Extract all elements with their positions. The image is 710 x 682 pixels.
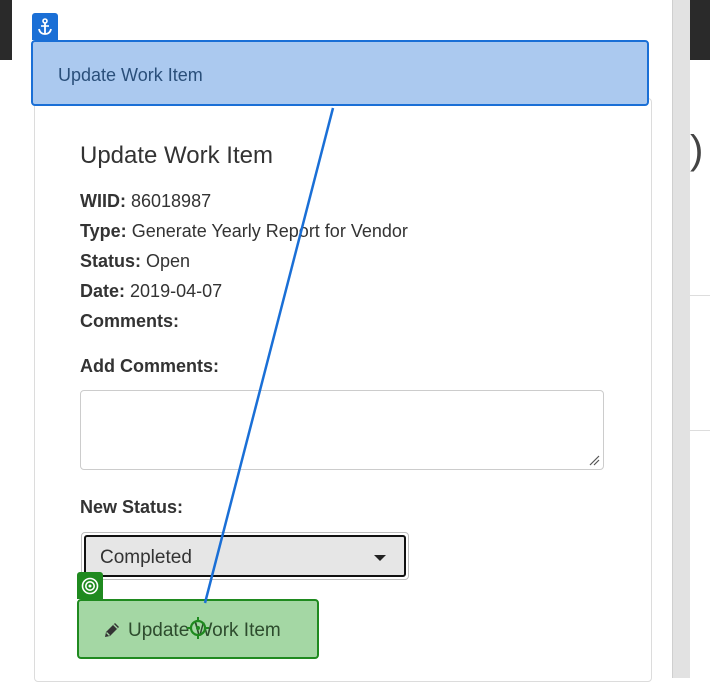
panel-header-title: Update Work Item xyxy=(58,65,203,85)
date-label: Date: xyxy=(80,281,126,301)
new-status-selected-value: Completed xyxy=(100,547,192,568)
background-divider xyxy=(690,295,710,296)
wiid-row: WIID: 86018987 xyxy=(80,191,211,212)
wiid-value: 86018987 xyxy=(131,191,212,211)
background-glyph: ) xyxy=(690,128,704,172)
update-work-item-button-label: Update Work Item xyxy=(128,620,281,641)
status-row: Status: Open xyxy=(80,251,190,272)
resize-grip-icon[interactable] xyxy=(588,454,600,466)
new-status-select[interactable]: Completed xyxy=(81,532,409,580)
type-value: Generate Yearly Report for Vendor xyxy=(131,221,408,241)
form-title: Update Work Item xyxy=(80,142,273,169)
status-value: Open xyxy=(146,251,191,271)
new-status-label: New Status: xyxy=(80,497,184,517)
background-divider xyxy=(690,430,710,431)
add-comments-label: Add Comments: xyxy=(80,356,219,376)
date-row: Date: 2019-04-07 xyxy=(80,281,222,302)
background-header-right xyxy=(690,0,710,60)
panel-header-highlighted[interactable]: Update Work Item xyxy=(31,40,649,106)
pencil-icon xyxy=(105,623,119,637)
target-icon xyxy=(77,572,103,599)
modal-scrollbar-track[interactable] xyxy=(672,0,691,678)
caret-down-icon xyxy=(374,555,386,561)
add-comments-textarea[interactable] xyxy=(80,390,604,470)
comments-label: Comments: xyxy=(80,311,180,331)
update-work-item-button[interactable]: Update Work Item xyxy=(77,599,319,659)
status-label: Status: xyxy=(80,251,142,271)
new-status-select-box[interactable]: Completed xyxy=(84,535,406,577)
background-header-left xyxy=(0,0,12,60)
wiid-label: WIID: xyxy=(80,191,126,211)
anchor-icon xyxy=(32,13,58,40)
date-value: 2019-04-07 xyxy=(130,281,223,301)
comments-row: Comments: xyxy=(80,311,179,332)
type-label: Type: xyxy=(80,221,127,241)
type-row: Type: Generate Yearly Report for Vendor xyxy=(80,221,408,242)
